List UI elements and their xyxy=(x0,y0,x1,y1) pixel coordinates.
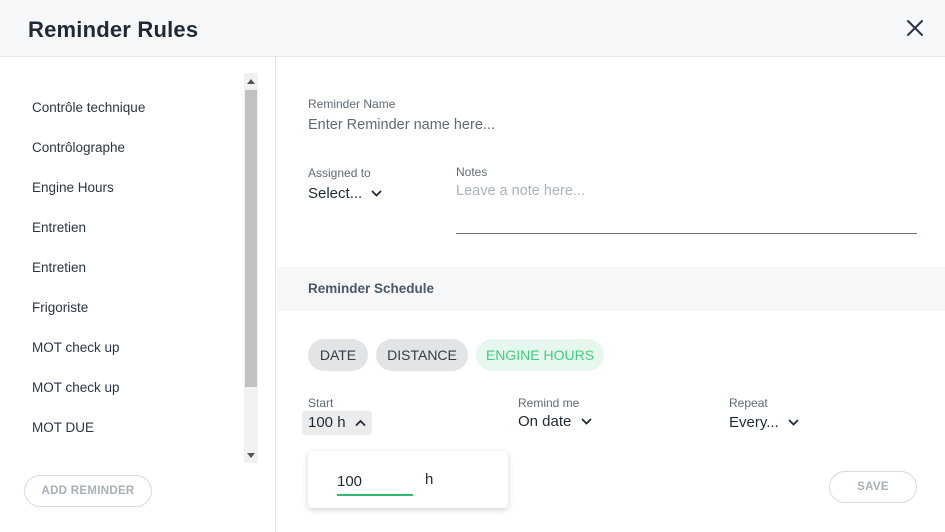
remind-me-select[interactable]: On date xyxy=(518,413,592,430)
repeat-select[interactable]: Every... xyxy=(729,414,799,431)
hours-unit-label: h xyxy=(425,471,434,488)
list-item[interactable]: MOT check up xyxy=(0,368,244,408)
reminder-form: Reminder Name Enter Reminder name here..… xyxy=(277,57,945,532)
scroll-up-arrow-icon[interactable] xyxy=(244,73,258,89)
list-item[interactable]: Entretien xyxy=(0,208,244,248)
start-select[interactable]: 100 h xyxy=(302,411,372,435)
chevron-down-icon xyxy=(788,419,799,426)
dialog-title: Reminder Rules xyxy=(28,17,199,42)
assigned-to-value: Select... xyxy=(308,185,363,202)
notes-input[interactable]: Leave a note here... xyxy=(456,183,585,199)
remind-me-label: Remind me xyxy=(518,396,580,410)
notes-label: Notes xyxy=(456,165,488,179)
list-item[interactable]: Frigoriste xyxy=(0,288,244,328)
list-scrollbar[interactable] xyxy=(244,73,258,463)
add-reminder-button[interactable]: ADD REMINDER xyxy=(24,475,152,507)
start-value: 100 h xyxy=(308,414,346,431)
chip-engine-hours[interactable]: ENGINE HOURS xyxy=(476,339,604,371)
chip-date[interactable]: DATE xyxy=(308,339,368,371)
schedule-title: Reminder Schedule xyxy=(308,281,435,296)
chevron-down-icon xyxy=(371,190,382,197)
repeat-value: Every... xyxy=(729,414,779,431)
list-item[interactable]: Entretien xyxy=(0,248,244,288)
schedule-header: Reminder Schedule xyxy=(277,267,945,311)
chevron-up-icon xyxy=(355,419,366,426)
reminder-list-panel: Contrôle technique Contrôlographe Engine… xyxy=(0,57,276,532)
chevron-down-icon xyxy=(581,418,591,425)
scrollbar-thumb[interactable] xyxy=(245,90,257,387)
engine-hours-input[interactable] xyxy=(337,468,413,496)
start-label: Start xyxy=(308,396,334,410)
list-item[interactable]: Engine Hours xyxy=(0,168,244,208)
engine-hours-popover: h xyxy=(308,451,508,508)
list-item[interactable]: MOT check up xyxy=(0,328,244,368)
list-item[interactable]: Contrôlographe xyxy=(0,128,244,168)
list-item[interactable]: MOT DUE xyxy=(0,408,244,443)
assigned-to-select[interactable]: Select... xyxy=(308,185,382,202)
list-item[interactable]: Contrôle technique xyxy=(0,88,244,128)
notes-underline xyxy=(456,233,917,234)
chip-distance[interactable]: DISTANCE xyxy=(376,339,468,371)
reminder-name-input[interactable]: Enter Reminder name here... xyxy=(308,117,495,133)
reminder-list: Contrôle technique Contrôlographe Engine… xyxy=(0,73,244,443)
dialog-header: Reminder Rules xyxy=(0,0,945,57)
remind-me-value: On date xyxy=(518,413,572,430)
save-button[interactable]: SAVE xyxy=(829,471,917,503)
assigned-to-label: Assigned to xyxy=(308,166,371,180)
close-icon[interactable] xyxy=(903,16,927,40)
scroll-down-arrow-icon[interactable] xyxy=(244,447,258,463)
reminder-name-label: Reminder Name xyxy=(308,97,396,111)
repeat-label: Repeat xyxy=(729,396,768,410)
